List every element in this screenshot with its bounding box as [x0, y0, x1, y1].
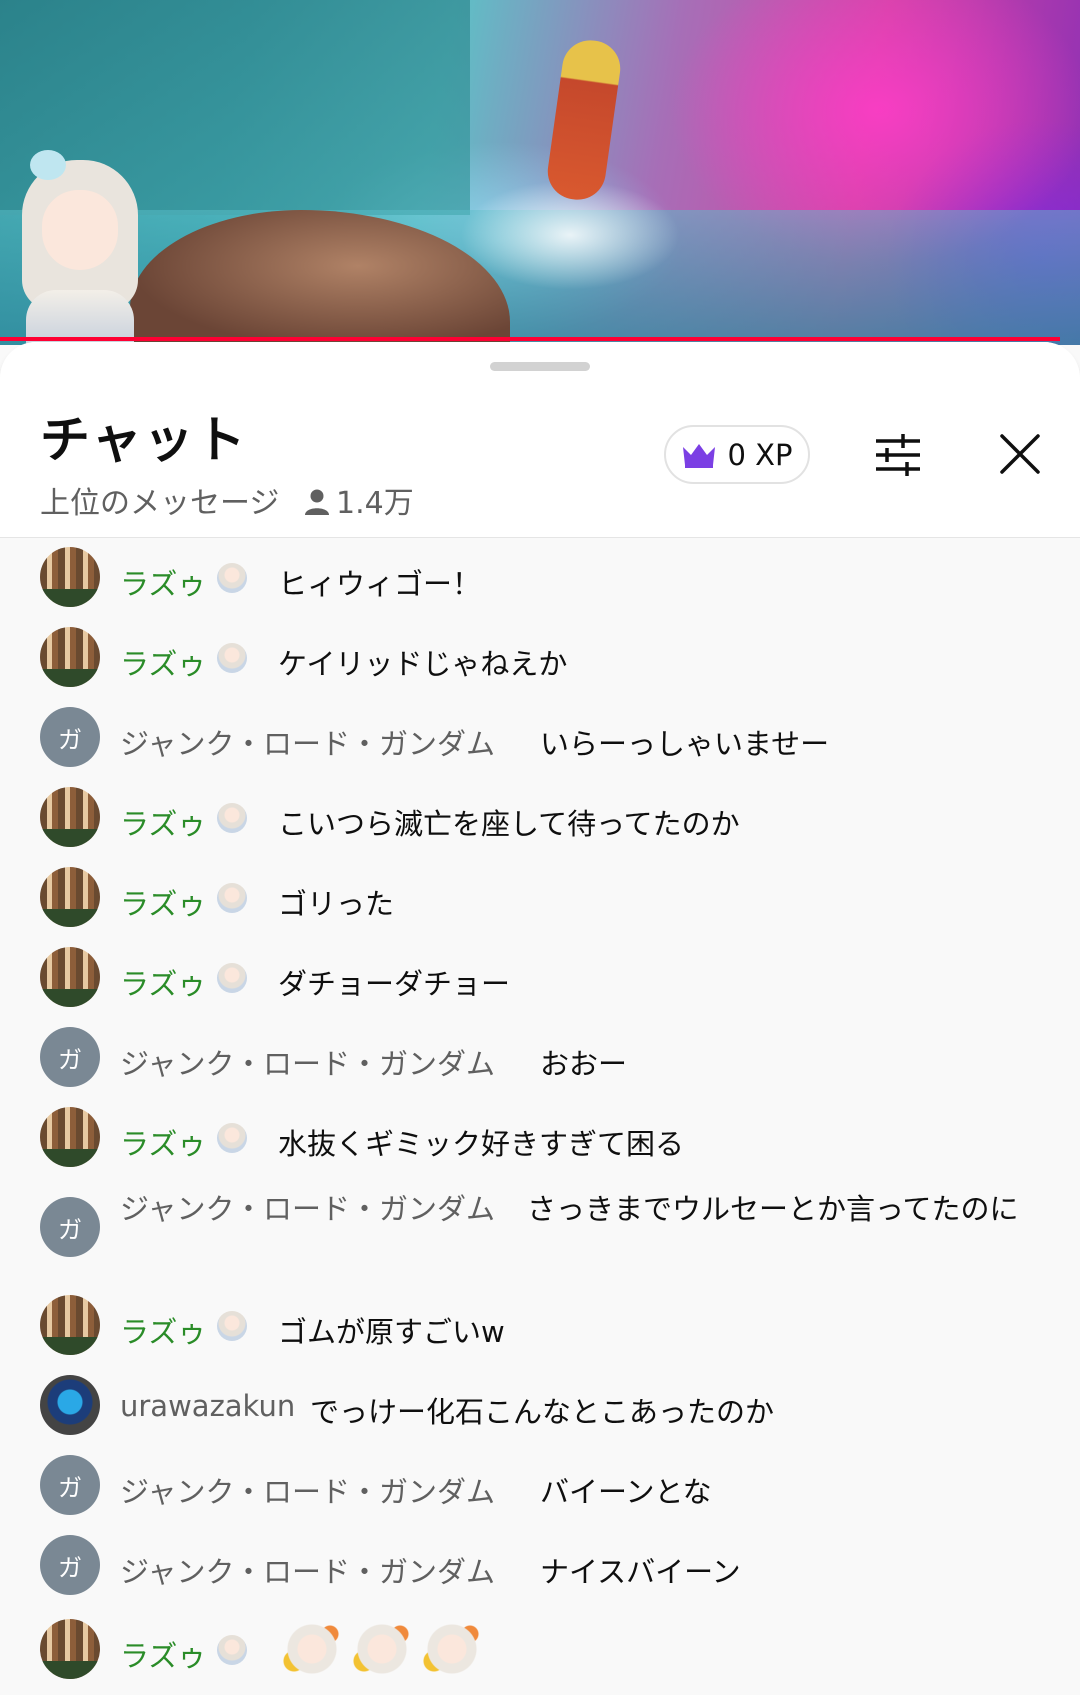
xp-label: 0 XP — [727, 437, 793, 472]
member-badge-icon — [217, 963, 247, 993]
message-text: 水抜くギミック好きすぎて困る — [278, 1127, 685, 1161]
vtuber-pet — [30, 150, 66, 180]
emote-icon — [282, 1619, 342, 1679]
author-name[interactable]: ジャンク・ロード・ガンダム — [120, 721, 495, 763]
author-name[interactable]: ラズゥ — [120, 1309, 206, 1351]
chat-message: ラズゥ ヒィウィゴー！ — [0, 547, 1080, 609]
message-text: ゴムが原すごいw — [278, 1315, 505, 1349]
message-body: ジャンク・ロード・ガンダム さっきまでウルセーとか言ってたのに — [120, 1187, 1030, 1231]
avatar[interactable] — [40, 1375, 100, 1435]
author-name[interactable]: ラズゥ — [120, 961, 206, 1003]
message-text: いらーっしゃいませー — [540, 727, 830, 761]
emote-icon — [422, 1619, 482, 1679]
chat-message: ガ ジャンク・ロード・ガンダム バイーンとな — [0, 1455, 1080, 1517]
author-name[interactable]: ジャンク・ロード・ガンダム — [120, 1549, 495, 1591]
member-badge-icon — [217, 1123, 247, 1153]
chat-message: ガ ジャンク・ロード・ガンダム さっきまでウルセーとか言ってたのに — [0, 1187, 1080, 1287]
chat-title: チャット — [40, 411, 248, 469]
author-name[interactable]: ラズゥ — [120, 1633, 206, 1675]
crown-icon — [683, 443, 716, 468]
message-text: おおー — [540, 1047, 628, 1081]
avatar[interactable]: ガ — [40, 1455, 100, 1515]
person-icon — [305, 489, 329, 515]
avatar[interactable] — [40, 867, 100, 927]
vtuber-face — [42, 190, 118, 270]
avatar[interactable] — [40, 1295, 100, 1355]
message-text: ダチョーダチョー — [278, 967, 511, 1001]
message-text: ケイリッドじゃねえか — [278, 647, 568, 681]
avatar[interactable]: ガ — [40, 1535, 100, 1595]
avatar[interactable] — [40, 547, 100, 607]
author-name[interactable]: ジャンク・ロード・ガンダム — [120, 1041, 495, 1083]
member-badge-icon — [217, 803, 247, 833]
author-name[interactable]: ジャンク・ロード・ガンダム — [120, 1192, 495, 1226]
chat-message: ガ ジャンク・ロード・ガンダム ナイスバイーン — [0, 1535, 1080, 1597]
xp-button[interactable]: 0 XP — [664, 425, 810, 484]
chat-message: ラズゥ 水抜くギミック好きすぎて困る — [0, 1107, 1080, 1169]
member-badge-icon — [217, 1311, 247, 1341]
author-name[interactable]: ラズゥ — [120, 801, 206, 843]
chat-mode-selector[interactable]: 上位のメッセージ — [40, 478, 279, 522]
avatar[interactable] — [40, 627, 100, 687]
author-name[interactable]: ジャンク・ロード・ガンダム — [120, 1469, 495, 1511]
author-name[interactable]: ラズゥ — [120, 561, 206, 603]
avatar[interactable]: ガ — [40, 1027, 100, 1087]
sliders-icon[interactable] — [873, 430, 923, 480]
message-text: ヒィウィゴー！ — [278, 567, 482, 601]
member-badge-icon — [217, 563, 247, 593]
chat-message: ラズゥ こいつら滅亡を座して待ってたのか — [0, 787, 1080, 849]
author-name[interactable]: urawazakun — [120, 1389, 295, 1423]
close-icon[interactable] — [998, 432, 1042, 476]
avatar[interactable]: ガ — [40, 1197, 100, 1257]
chat-message: ラズゥ ケイリッドじゃねえか — [0, 627, 1080, 689]
message-text: さっきまでウルセーとか言ってたのに — [526, 1192, 1019, 1226]
chat-message: ガ ジャンク・ロード・ガンダム いらーっしゃいませー — [0, 707, 1080, 769]
member-badge-icon — [217, 643, 247, 673]
avatar[interactable] — [40, 1619, 100, 1679]
emote-icon — [352, 1619, 412, 1679]
chat-message: ラズゥ ダチョーダチョー — [0, 947, 1080, 1009]
author-name[interactable]: ラズゥ — [120, 641, 206, 683]
viewer-count-value: 1.4万 — [336, 486, 414, 521]
chat-message: ラズゥ ゴリった — [0, 867, 1080, 929]
avatar[interactable] — [40, 947, 100, 1007]
chat-message: ガ ジャンク・ロード・ガンダム おおー — [0, 1027, 1080, 1089]
message-text: でっけー化石こんなとこあったのか — [310, 1395, 775, 1429]
author-name[interactable]: ラズゥ — [120, 881, 206, 923]
member-badge-icon — [217, 883, 247, 913]
chat-message: urawazakun でっけー化石こんなとこあったのか — [0, 1375, 1080, 1437]
message-text: バイーンとな — [540, 1475, 712, 1509]
member-badge-icon — [217, 1635, 247, 1665]
chat-panel: チャット 上位のメッセージ 1.4万 0 XP ラズゥ ヒィウィゴー！ ラズゥ … — [0, 342, 1080, 1695]
video-progress-bar[interactable] — [0, 337, 1060, 341]
author-name[interactable]: ラズゥ — [120, 1121, 206, 1163]
avatar[interactable] — [40, 1107, 100, 1167]
video-player[interactable] — [0, 0, 1080, 345]
avatar[interactable]: ガ — [40, 707, 100, 767]
vtuber-avatar — [16, 150, 144, 345]
video-scene-character — [544, 36, 624, 204]
chat-header: チャット 上位のメッセージ 1.4万 0 XP — [0, 342, 1080, 538]
message-text: ゴリった — [278, 887, 395, 921]
chat-message: ラズゥ — [0, 1615, 1080, 1685]
chat-message-list[interactable]: ラズゥ ヒィウィゴー！ ラズゥ ケイリッドじゃねえか ガ ジャンク・ロード・ガン… — [0, 538, 1080, 1695]
message-text: こいつら滅亡を座して待ってたのか — [278, 807, 740, 841]
drag-handle[interactable] — [490, 362, 590, 371]
message-text: ナイスバイーン — [540, 1555, 741, 1589]
chat-message: ラズゥ ゴムが原すごいw — [0, 1295, 1080, 1357]
viewer-count: 1.4万 — [304, 478, 414, 522]
avatar[interactable] — [40, 787, 100, 847]
